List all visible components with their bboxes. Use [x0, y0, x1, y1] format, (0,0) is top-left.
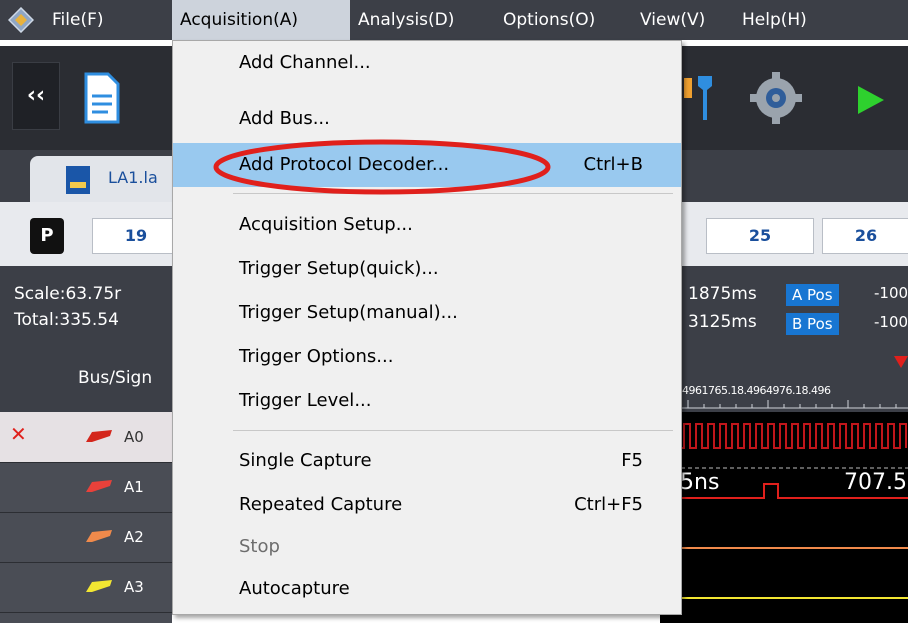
- acquisition-dropdown: Add Channel... Add Bus... Add Protocol D…: [172, 40, 682, 615]
- b-value-readout: -100: [874, 313, 908, 331]
- a0-clock-wave: [660, 423, 907, 449]
- page-button-25[interactable]: 25: [706, 218, 814, 254]
- menu-item-label: Add Bus...: [239, 108, 330, 129]
- page-button-26[interactable]: 26: [822, 218, 908, 254]
- la-file-icon: [66, 166, 90, 194]
- menu-item-label: Trigger Setup(manual)...: [239, 302, 458, 323]
- menu-file[interactable]: File(F): [52, 0, 104, 40]
- signal-row-a1[interactable]: A1: [0, 462, 172, 513]
- total-readout: Total:335.54: [14, 310, 119, 330]
- a-time-readout: 1875ms: [688, 284, 757, 304]
- new-file-icon[interactable]: [80, 70, 124, 126]
- menu-item-label: Trigger Setup(quick)...: [239, 258, 439, 279]
- signal-label-a0: A0: [124, 428, 144, 446]
- probe-a1-icon: [86, 480, 112, 492]
- menu-view[interactable]: View(V): [640, 0, 705, 40]
- page-button-19[interactable]: 19: [92, 218, 180, 254]
- menu-analysis[interactable]: Analysis(D): [358, 0, 454, 40]
- menu-item-autocapture[interactable]: Autocapture: [173, 567, 681, 611]
- menu-item-trigger-options[interactable]: Trigger Options...: [173, 335, 681, 379]
- signal-list: ✕ A0 A1 A2 A3: [0, 412, 172, 623]
- probe-a3-icon: [86, 580, 112, 592]
- menu-item-label: Autocapture: [239, 578, 350, 599]
- signal-label-a3: A3: [124, 578, 144, 596]
- menu-item-label: Trigger Options...: [239, 346, 394, 367]
- remove-signal-icon[interactable]: ✕: [10, 422, 27, 446]
- menu-item-stop: Stop: [173, 525, 681, 569]
- app-logo-icon: [8, 7, 34, 33]
- scale-readout: Scale:63.75r: [14, 284, 122, 304]
- time-ruler-labels: 4961765.18.4964976.18.496: [682, 384, 831, 397]
- menu-item-add-bus[interactable]: Add Bus...: [173, 97, 681, 141]
- menu-options[interactable]: Options(O): [503, 0, 626, 40]
- signal-label-a1: A1: [124, 478, 144, 496]
- run-play-icon[interactable]: [852, 82, 888, 118]
- menu-item-trigger-level[interactable]: Trigger Level...: [173, 379, 681, 423]
- menu-separator: [233, 430, 673, 431]
- measure-label-2: 707.5: [844, 470, 907, 495]
- a-value-readout: -100: [874, 284, 908, 302]
- menu-item-acquisition-setup[interactable]: Acquisition Setup...: [173, 203, 681, 247]
- menu-item-repeated-capture[interactable]: Repeated Capture Ctrl+F5: [173, 483, 681, 527]
- menu-item-label: Single Capture: [239, 450, 372, 471]
- signal-label-a2: A2: [124, 528, 144, 546]
- menu-item-shortcut: F5: [621, 450, 643, 471]
- probe-a0-icon: [86, 430, 112, 442]
- b-pos-badge[interactable]: B Pos: [786, 313, 839, 335]
- a-pos-badge[interactable]: A Pos: [786, 284, 839, 306]
- menu-bar: File(F) Acquisition(A) Analysis(D) Optio…: [0, 0, 908, 40]
- menu-item-label: Acquisition Setup...: [239, 214, 413, 235]
- waveforms: [660, 423, 908, 599]
- menu-acquisition[interactable]: Acquisition(A): [172, 0, 350, 40]
- signal-row-a0[interactable]: ✕ A0: [0, 412, 172, 463]
- menu-item-label: Stop: [239, 536, 280, 557]
- menu-item-shortcut: Ctrl+F5: [574, 494, 643, 515]
- probe-a2-icon: [86, 530, 112, 542]
- menu-item-add-channel[interactable]: Add Channel...: [173, 41, 681, 85]
- menu-item-shortcut: Ctrl+B: [583, 154, 643, 175]
- annotation-ellipse: [213, 139, 551, 195]
- menu-item-label: Trigger Level...: [239, 390, 372, 411]
- signal-row-a3[interactable]: A3: [0, 562, 172, 613]
- b-time-readout: 3125ms: [688, 312, 757, 332]
- signal-row-a2[interactable]: A2: [0, 512, 172, 563]
- tool-wrench-icon[interactable]: [682, 72, 716, 126]
- time-ruler-ticks: [682, 400, 908, 409]
- waveform-area[interactable]: 75ns 707.5: [660, 412, 908, 623]
- bus-signal-header: Bus/Sign: [78, 368, 153, 388]
- tab-label: LA1.la: [108, 168, 158, 187]
- menu-item-single-capture[interactable]: Single Capture F5: [173, 439, 681, 483]
- menu-item-label: Add Channel...: [239, 52, 371, 73]
- collapse-button[interactable]: ‹‹: [12, 62, 60, 130]
- settings-gear-icon[interactable]: [746, 68, 806, 128]
- pin-p-button[interactable]: P: [30, 218, 64, 254]
- trigger-marker-icon: [894, 356, 908, 368]
- menu-help[interactable]: Help(H): [742, 0, 807, 40]
- menu-item-trigger-setup-quick[interactable]: Trigger Setup(quick)...: [173, 247, 681, 291]
- menu-item-trigger-setup-manual[interactable]: Trigger Setup(manual)...: [173, 291, 681, 335]
- menu-item-label: Repeated Capture: [239, 494, 403, 515]
